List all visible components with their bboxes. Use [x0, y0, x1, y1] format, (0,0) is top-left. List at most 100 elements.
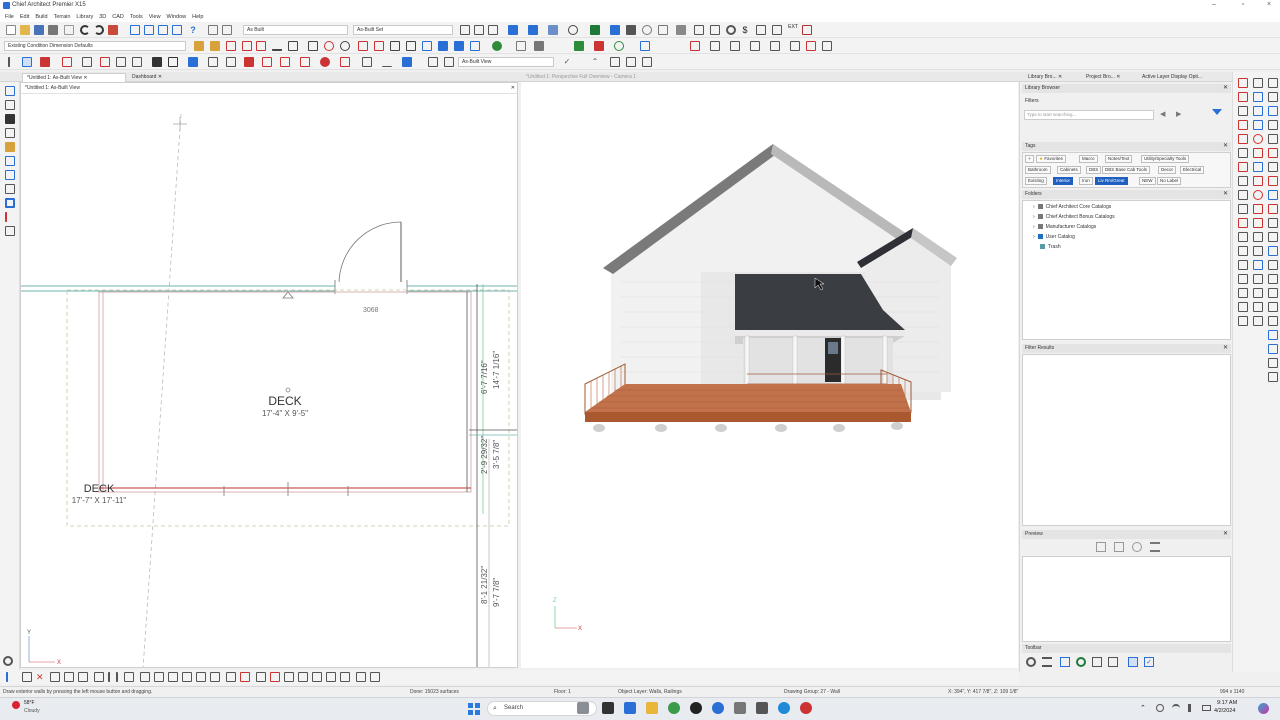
- library-search-input[interactable]: Type to start searching...: [1024, 110, 1154, 120]
- cad-circle-icon[interactable]: [340, 41, 350, 51]
- floor-plan-drawing[interactable]: 3068 DECK 17'-4" X 9'-5" DECK 17'-7" X 1…: [21, 94, 518, 668]
- lib-refresh-icon[interactable]: [1076, 657, 1086, 667]
- door-tool-icon[interactable]: [116, 57, 126, 67]
- menu-cad[interactable]: CAD: [112, 14, 124, 20]
- view-combo[interactable]: As-Built View: [458, 57, 554, 67]
- tab-dashboard[interactable]: Dashboard ✕: [128, 73, 174, 82]
- align-icon-8[interactable]: [822, 41, 832, 51]
- tag-notes-text[interactable]: Notes/Text: [1105, 155, 1133, 163]
- export-icon[interactable]: [772, 25, 782, 35]
- plan-close-icon[interactable]: ✕: [511, 83, 515, 93]
- tag-cabinets[interactable]: Cabinets: [1057, 166, 1081, 174]
- right-tool-53-icon[interactable]: [1253, 316, 1263, 326]
- right-tool-16-icon[interactable]: [1238, 148, 1248, 158]
- right-tool-28-icon[interactable]: [1238, 204, 1248, 214]
- edge-icon[interactable]: [778, 702, 790, 714]
- dim-tool-icon[interactable]: [382, 57, 392, 67]
- tag-macro[interactable]: Macro: [1079, 155, 1098, 163]
- task-view-icon[interactable]: [577, 702, 589, 714]
- floor-icon-2[interactable]: [626, 57, 636, 67]
- right-tool-36-icon[interactable]: [1268, 232, 1278, 242]
- right-tool-49-icon[interactable]: [1238, 302, 1248, 312]
- lib-grid-icon[interactable]: [1060, 657, 1070, 667]
- right-tool-12-icon[interactable]: [1268, 120, 1278, 130]
- right-tool-57-icon[interactable]: [1268, 358, 1278, 368]
- right-tool-52-icon[interactable]: [1238, 316, 1248, 326]
- right-tool-21-icon[interactable]: [1268, 162, 1278, 172]
- right-tool-8-icon[interactable]: [1253, 106, 1263, 116]
- left-tool-9-icon[interactable]: [5, 198, 15, 208]
- camera-icon[interactable]: [508, 25, 518, 35]
- tab-plan[interactable]: *Untitled 1: As-Built View ✕: [22, 73, 126, 82]
- cad-shape-icon-3[interactable]: [390, 41, 400, 51]
- right-tool-33-icon[interactable]: [1268, 218, 1278, 228]
- right-tool-2-icon[interactable]: [1253, 78, 1263, 88]
- right-tool-58-icon[interactable]: [1268, 372, 1278, 382]
- lib-check-icon[interactable]: ✓: [1144, 657, 1154, 667]
- tag-existing[interactable]: Existing: [1025, 177, 1047, 185]
- panel-close-icon[interactable]: ✕: [1223, 84, 1228, 93]
- left-tool-10-icon[interactable]: [5, 212, 15, 222]
- view-icon-2[interactable]: [144, 25, 154, 35]
- bottom-tool-24-icon[interactable]: [340, 672, 350, 682]
- text-tool-icon[interactable]: [362, 57, 372, 67]
- left-tool-1-icon[interactable]: [5, 86, 15, 96]
- zoom-icon[interactable]: [568, 25, 578, 35]
- plan-view-icon[interactable]: [428, 57, 438, 67]
- bottom-tool-18-icon[interactable]: [256, 672, 266, 682]
- right-tool-13-icon[interactable]: [1238, 134, 1248, 144]
- cad-line-icon[interactable]: [272, 41, 282, 51]
- app-icon-1[interactable]: [690, 702, 702, 714]
- right-tool-25-icon[interactable]: [1238, 190, 1248, 200]
- bottom-tool-17-icon[interactable]: [240, 672, 250, 682]
- grid-icon[interactable]: [574, 41, 584, 51]
- expand-chevron-icon[interactable]: ›: [1033, 204, 1035, 210]
- tag-dbs[interactable]: DBS: [1086, 166, 1102, 174]
- right-tool-42-icon[interactable]: [1268, 260, 1278, 270]
- right-tool-30-icon[interactable]: [1268, 204, 1278, 214]
- wand-icon[interactable]: [694, 25, 704, 35]
- bottom-tool-2-icon[interactable]: [22, 672, 32, 682]
- right-tool-32-icon[interactable]: [1253, 218, 1263, 228]
- bottom-tool-25-icon[interactable]: [356, 672, 366, 682]
- left-tool-5-icon[interactable]: [5, 142, 15, 152]
- cabinet-tool-icon[interactable]: [100, 57, 110, 67]
- bottom-tool-21-icon[interactable]: [298, 672, 308, 682]
- lib-icon-6[interactable]: [1108, 657, 1118, 667]
- gear-icon[interactable]: [726, 25, 736, 35]
- folders-close-icon[interactable]: ✕: [1223, 190, 1228, 199]
- floor-icon[interactable]: [610, 57, 620, 67]
- right-tool-27-icon[interactable]: [1268, 190, 1278, 200]
- bottom-tool-8-icon[interactable]: [108, 672, 118, 682]
- cad-shape-icon-5[interactable]: [422, 41, 432, 51]
- dimension-icon-3[interactable]: [226, 41, 236, 51]
- bottom-tool-9-icon[interactable]: [124, 672, 134, 682]
- lib-list-icon[interactable]: [1042, 657, 1052, 667]
- battery-icon[interactable]: [1202, 705, 1211, 711]
- back-arrow-icon[interactable]: ◀: [1160, 110, 1165, 118]
- right-tool-10-icon[interactable]: [1238, 120, 1248, 130]
- calc-icon[interactable]: [802, 25, 812, 35]
- chrome-icon[interactable]: [668, 702, 680, 714]
- cad-shape-icon-7[interactable]: [454, 41, 464, 51]
- defaults-combo[interactable]: Existing Condition Dimension Defaults: [4, 41, 186, 51]
- align-icon-1[interactable]: [690, 41, 700, 51]
- right-tool-55-icon[interactable]: [1268, 330, 1278, 340]
- folder-core-catalogs[interactable]: › Chief Architect Core Catalogs: [1033, 204, 1111, 210]
- render-icon[interactable]: [610, 25, 620, 35]
- folder-user-catalog[interactable]: › User Catalog: [1033, 234, 1075, 240]
- right-tool-5-icon[interactable]: [1253, 92, 1263, 102]
- align-icon-3[interactable]: [730, 41, 740, 51]
- 3d-view-icon-1[interactable]: [460, 25, 470, 35]
- left-tool-11-icon[interactable]: [5, 226, 15, 236]
- volume-icon[interactable]: [1188, 704, 1196, 712]
- bottom-tool-4-icon[interactable]: [50, 672, 60, 682]
- minimize-button[interactable]: –: [1207, 1, 1221, 11]
- right-tool-22-icon[interactable]: [1238, 176, 1248, 186]
- transform-icon[interactable]: [614, 41, 624, 51]
- store-icon[interactable]: [624, 702, 636, 714]
- cad-shape-icon-4[interactable]: [406, 41, 416, 51]
- right-tool-3-icon[interactable]: [1268, 78, 1278, 88]
- bottom-tool-26-icon[interactable]: [370, 672, 380, 682]
- library-tool-icon[interactable]: [402, 57, 412, 67]
